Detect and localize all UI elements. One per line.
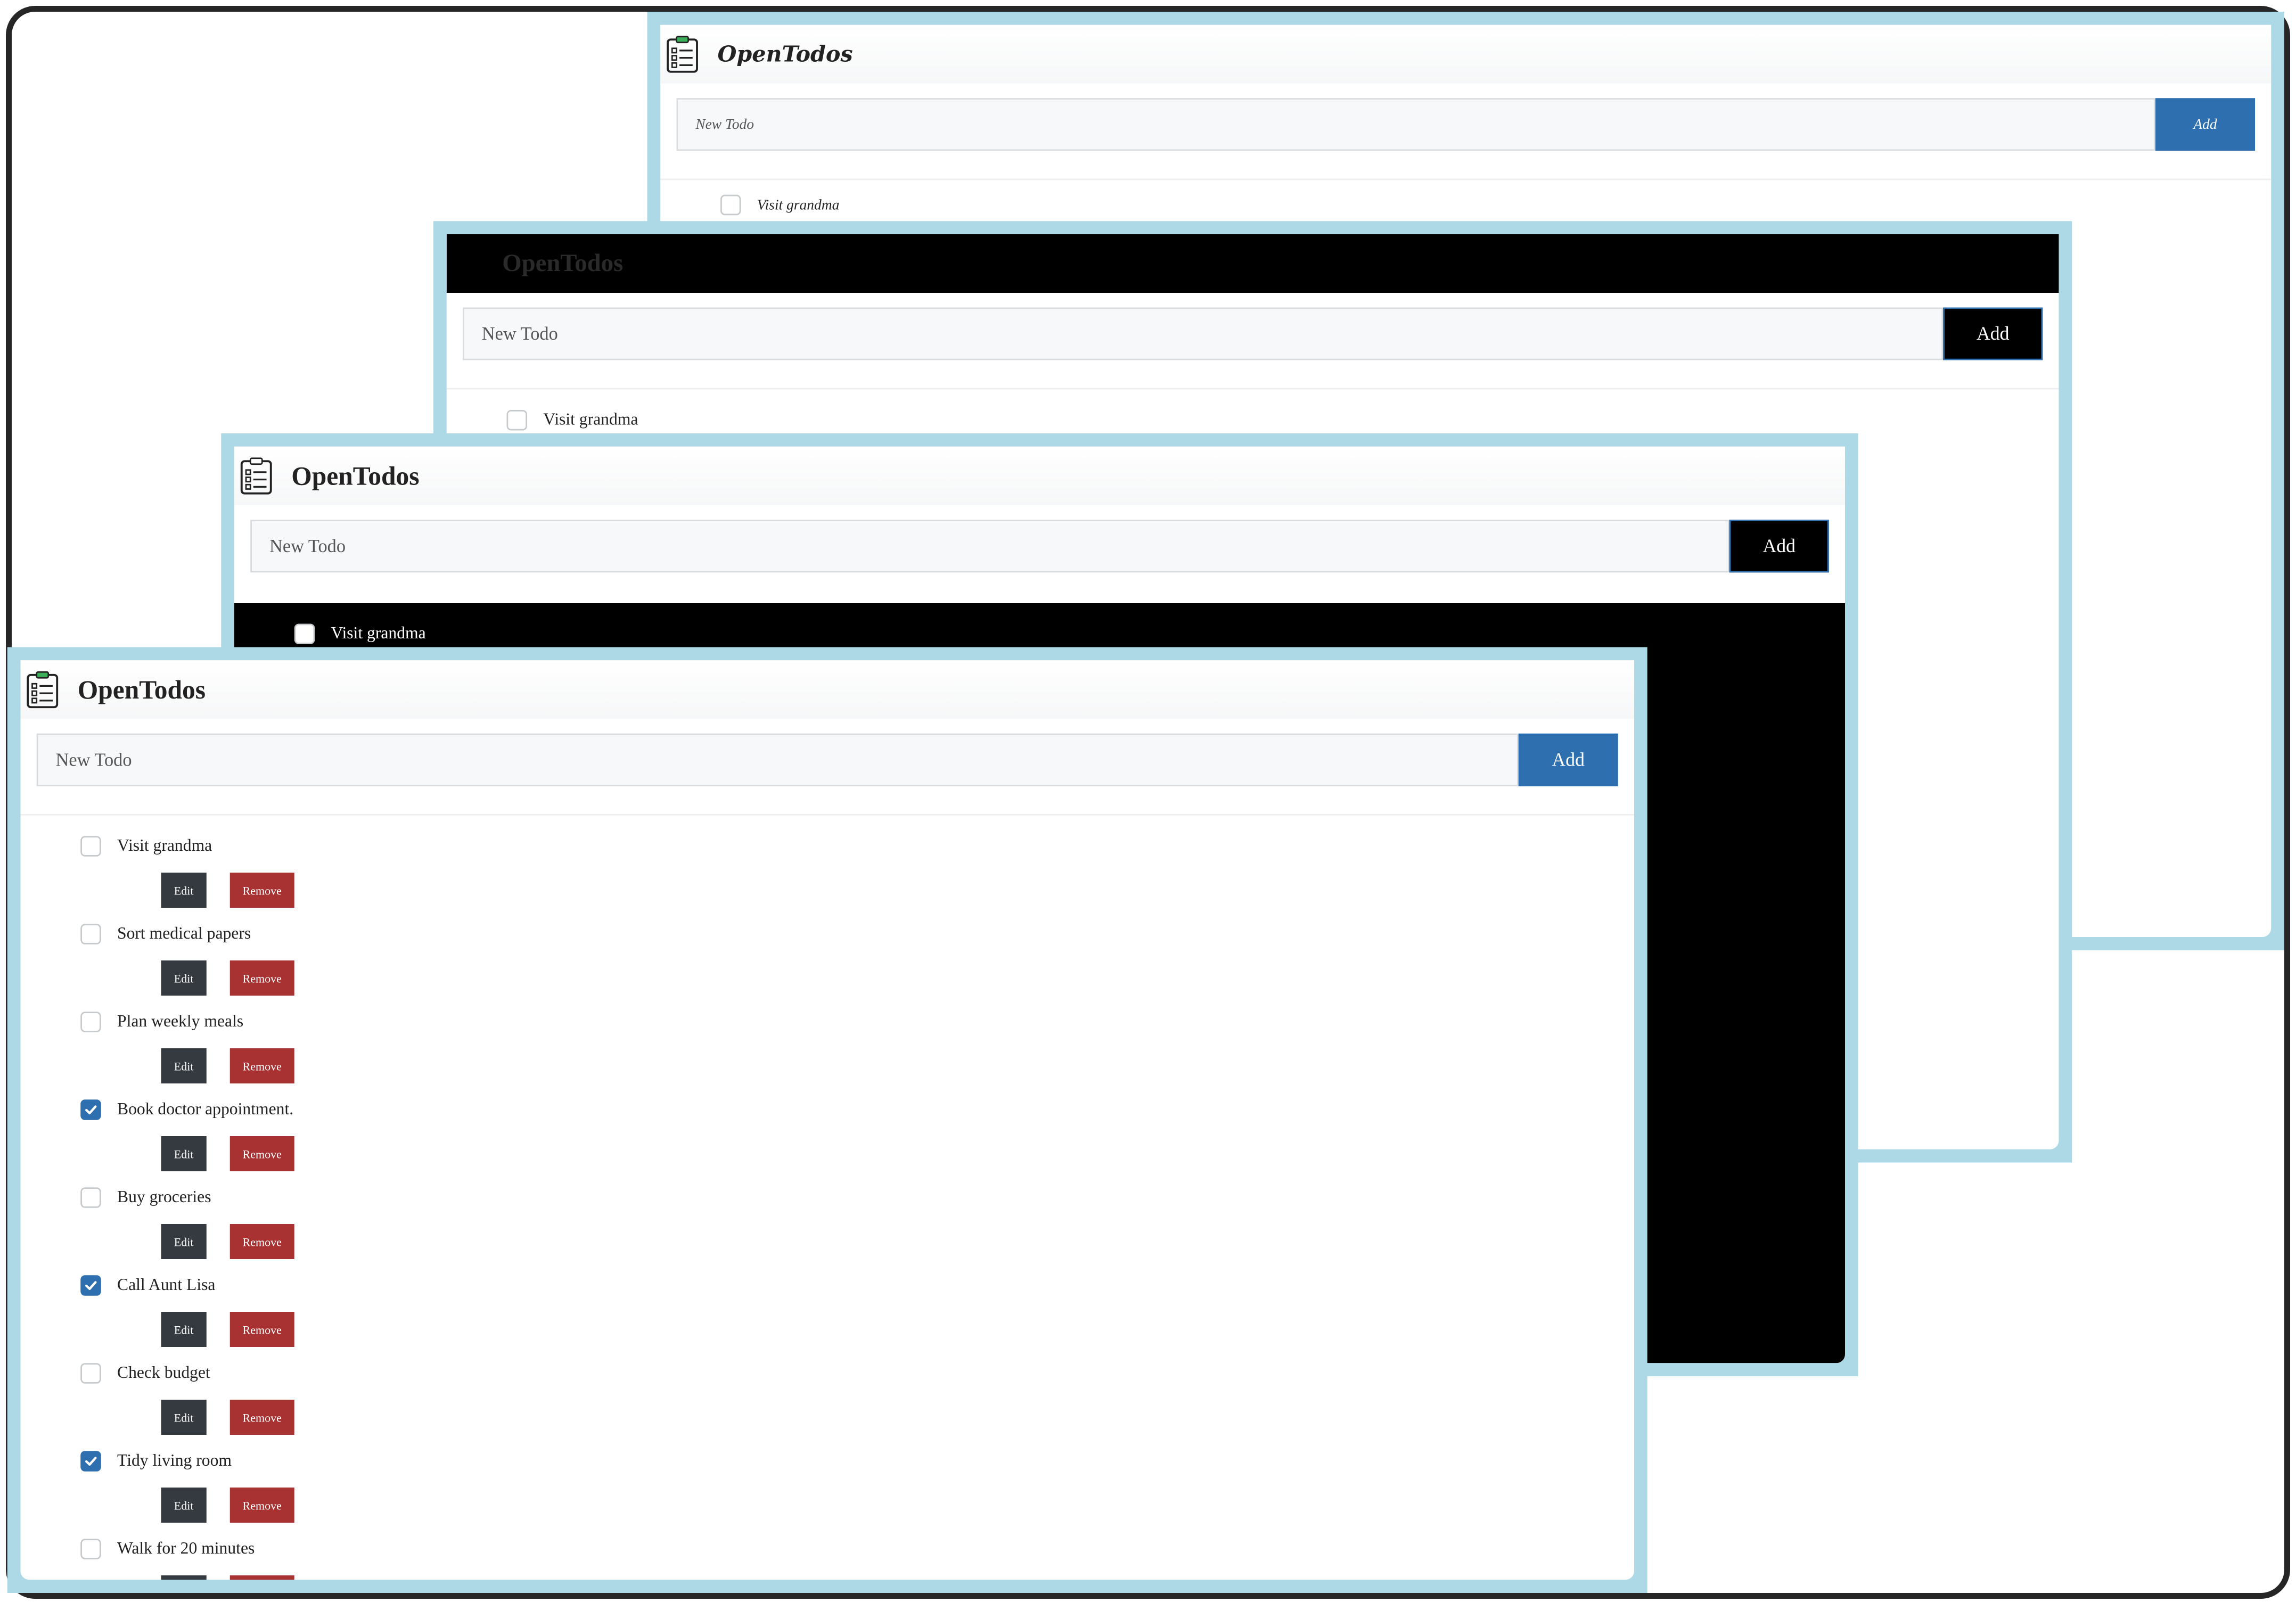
todo-checkbox[interactable] xyxy=(80,1539,101,1559)
todo-checkbox[interactable] xyxy=(720,194,741,216)
checkmark-icon xyxy=(85,1105,97,1115)
edit-button[interactable]: Edit xyxy=(161,873,207,908)
todo-item: Sort medical papers xyxy=(80,919,1634,949)
new-todo-input[interactable] xyxy=(463,307,1944,360)
todo-checkbox[interactable] xyxy=(80,836,101,857)
todo-item: Tidy living room xyxy=(80,1447,1634,1476)
add-button[interactable]: Add xyxy=(2155,98,2255,151)
remove-button[interactable]: Remove xyxy=(229,1575,294,1580)
todo-item: Call Aunt Lisa xyxy=(80,1271,1634,1300)
todo-checkbox[interactable] xyxy=(80,924,101,944)
app-header: OpenTodos xyxy=(446,234,2059,293)
clipboard-list-icon xyxy=(667,36,698,73)
todo-item: Visit grandma xyxy=(80,832,1634,861)
app-header: OpenTodos xyxy=(660,24,2272,84)
todo-list: Visit grandma Edit Remove Sort medical pape… xyxy=(21,816,1635,1580)
todo-actions: Edit Remove xyxy=(161,1488,1635,1523)
edit-button[interactable]: Edit xyxy=(161,960,207,996)
remove-button[interactable]: Remove xyxy=(229,1488,294,1523)
todo-actions: Edit Remove xyxy=(161,960,1635,996)
remove-button[interactable]: Remove xyxy=(229,1400,294,1435)
new-todo-input[interactable] xyxy=(250,520,1729,573)
todo-actions: Edit Remove xyxy=(161,1224,1635,1259)
todo-item: Visit grandma xyxy=(506,406,2059,435)
edit-button[interactable]: Edit xyxy=(161,1488,207,1523)
todo-checkbox[interactable] xyxy=(80,1363,101,1384)
add-button[interactable]: Add xyxy=(1518,733,1618,786)
new-todo-input[interactable] xyxy=(36,733,1519,786)
todo-text: Plan weekly meals xyxy=(117,1013,244,1031)
add-todo-row: Add xyxy=(676,98,2255,151)
app-header: OpenTodos xyxy=(20,660,1634,719)
todo-item: Check budget xyxy=(80,1359,1634,1388)
todo-checkbox[interactable] xyxy=(80,1187,101,1208)
todo-actions: Edit Remove xyxy=(161,1136,1635,1171)
todo-checkbox[interactable] xyxy=(80,1012,101,1032)
todo-item: Book doctor appointment. xyxy=(80,1095,1634,1124)
todo-actions: Edit Remove xyxy=(161,1048,1635,1083)
todo-actions: Edit Remove xyxy=(161,1400,1635,1435)
clipboard-list-icon xyxy=(240,457,272,495)
app-title: OpenTodos xyxy=(77,674,206,704)
remove-button[interactable]: Remove xyxy=(229,1224,294,1259)
remove-button[interactable]: Remove xyxy=(229,960,294,996)
todo-text: Visit grandma xyxy=(117,837,212,855)
remove-button[interactable]: Remove xyxy=(229,1136,294,1171)
todo-text: Visit grandma xyxy=(543,411,638,429)
add-todo-row: Add xyxy=(463,307,2043,360)
todo-text: Call Aunt Lisa xyxy=(117,1277,216,1294)
todo-checkbox[interactable] xyxy=(80,1099,101,1120)
todo-checkbox[interactable] xyxy=(80,1451,101,1472)
edit-button[interactable]: Edit xyxy=(161,1400,207,1435)
edit-button[interactable]: Edit xyxy=(161,1575,207,1580)
new-todo-input[interactable] xyxy=(676,98,2155,151)
remove-button[interactable]: Remove xyxy=(229,873,294,908)
todo-actions: Edit Remove xyxy=(161,1312,1635,1347)
todo-text: Walk for 20 minutes xyxy=(117,1540,255,1558)
app-title: OpenTodos xyxy=(502,249,624,277)
edit-button[interactable]: Edit xyxy=(161,1048,207,1083)
todo-text: Sort medical papers xyxy=(117,925,251,943)
checkmark-icon xyxy=(85,1457,97,1466)
todo-checkbox[interactable] xyxy=(294,623,315,644)
checkmark-icon xyxy=(85,1281,97,1291)
todo-text: Check budget xyxy=(117,1365,210,1382)
edit-button[interactable]: Edit xyxy=(161,1224,207,1259)
add-todo-row: Add xyxy=(36,733,1618,786)
clipboard-list-icon xyxy=(27,671,59,709)
todo-item: Buy groceries xyxy=(80,1183,1634,1212)
edit-button[interactable]: Edit xyxy=(161,1136,207,1171)
todo-actions: Edit Remove xyxy=(161,873,1635,908)
app-title: OpenTodos xyxy=(717,41,853,68)
todo-text: Buy groceries xyxy=(117,1189,211,1206)
remove-button[interactable]: Remove xyxy=(229,1312,294,1347)
todo-text: Visit grandma xyxy=(757,196,840,213)
app-title: OpenTodos xyxy=(291,460,420,490)
todo-item: Walk for 20 minutes xyxy=(80,1534,1634,1564)
remove-button[interactable]: Remove xyxy=(229,1048,294,1083)
todo-checkbox[interactable] xyxy=(506,410,527,431)
todo-item: Plan weekly meals xyxy=(80,1007,1634,1037)
todo-text: Book doctor appointment. xyxy=(117,1101,294,1119)
todo-actions: Edit Remove xyxy=(161,1575,1635,1580)
add-todo-row: Add xyxy=(250,520,1829,573)
todo-text: Visit grandma xyxy=(331,625,426,643)
todo-app-panel-main: OpenTodos Add Visit grandma Edit Remove Sor… xyxy=(7,647,1647,1593)
todo-checkbox[interactable] xyxy=(80,1275,101,1296)
app-header: OpenTodos xyxy=(234,446,1845,505)
todo-item: Visit grandma xyxy=(720,191,2271,220)
add-button[interactable]: Add xyxy=(1943,307,2043,360)
edit-button[interactable]: Edit xyxy=(161,1312,207,1347)
todo-text: Tidy living room xyxy=(117,1452,232,1470)
todo-item: Visit grandma xyxy=(294,619,1845,648)
add-button[interactable]: Add xyxy=(1729,520,1829,573)
